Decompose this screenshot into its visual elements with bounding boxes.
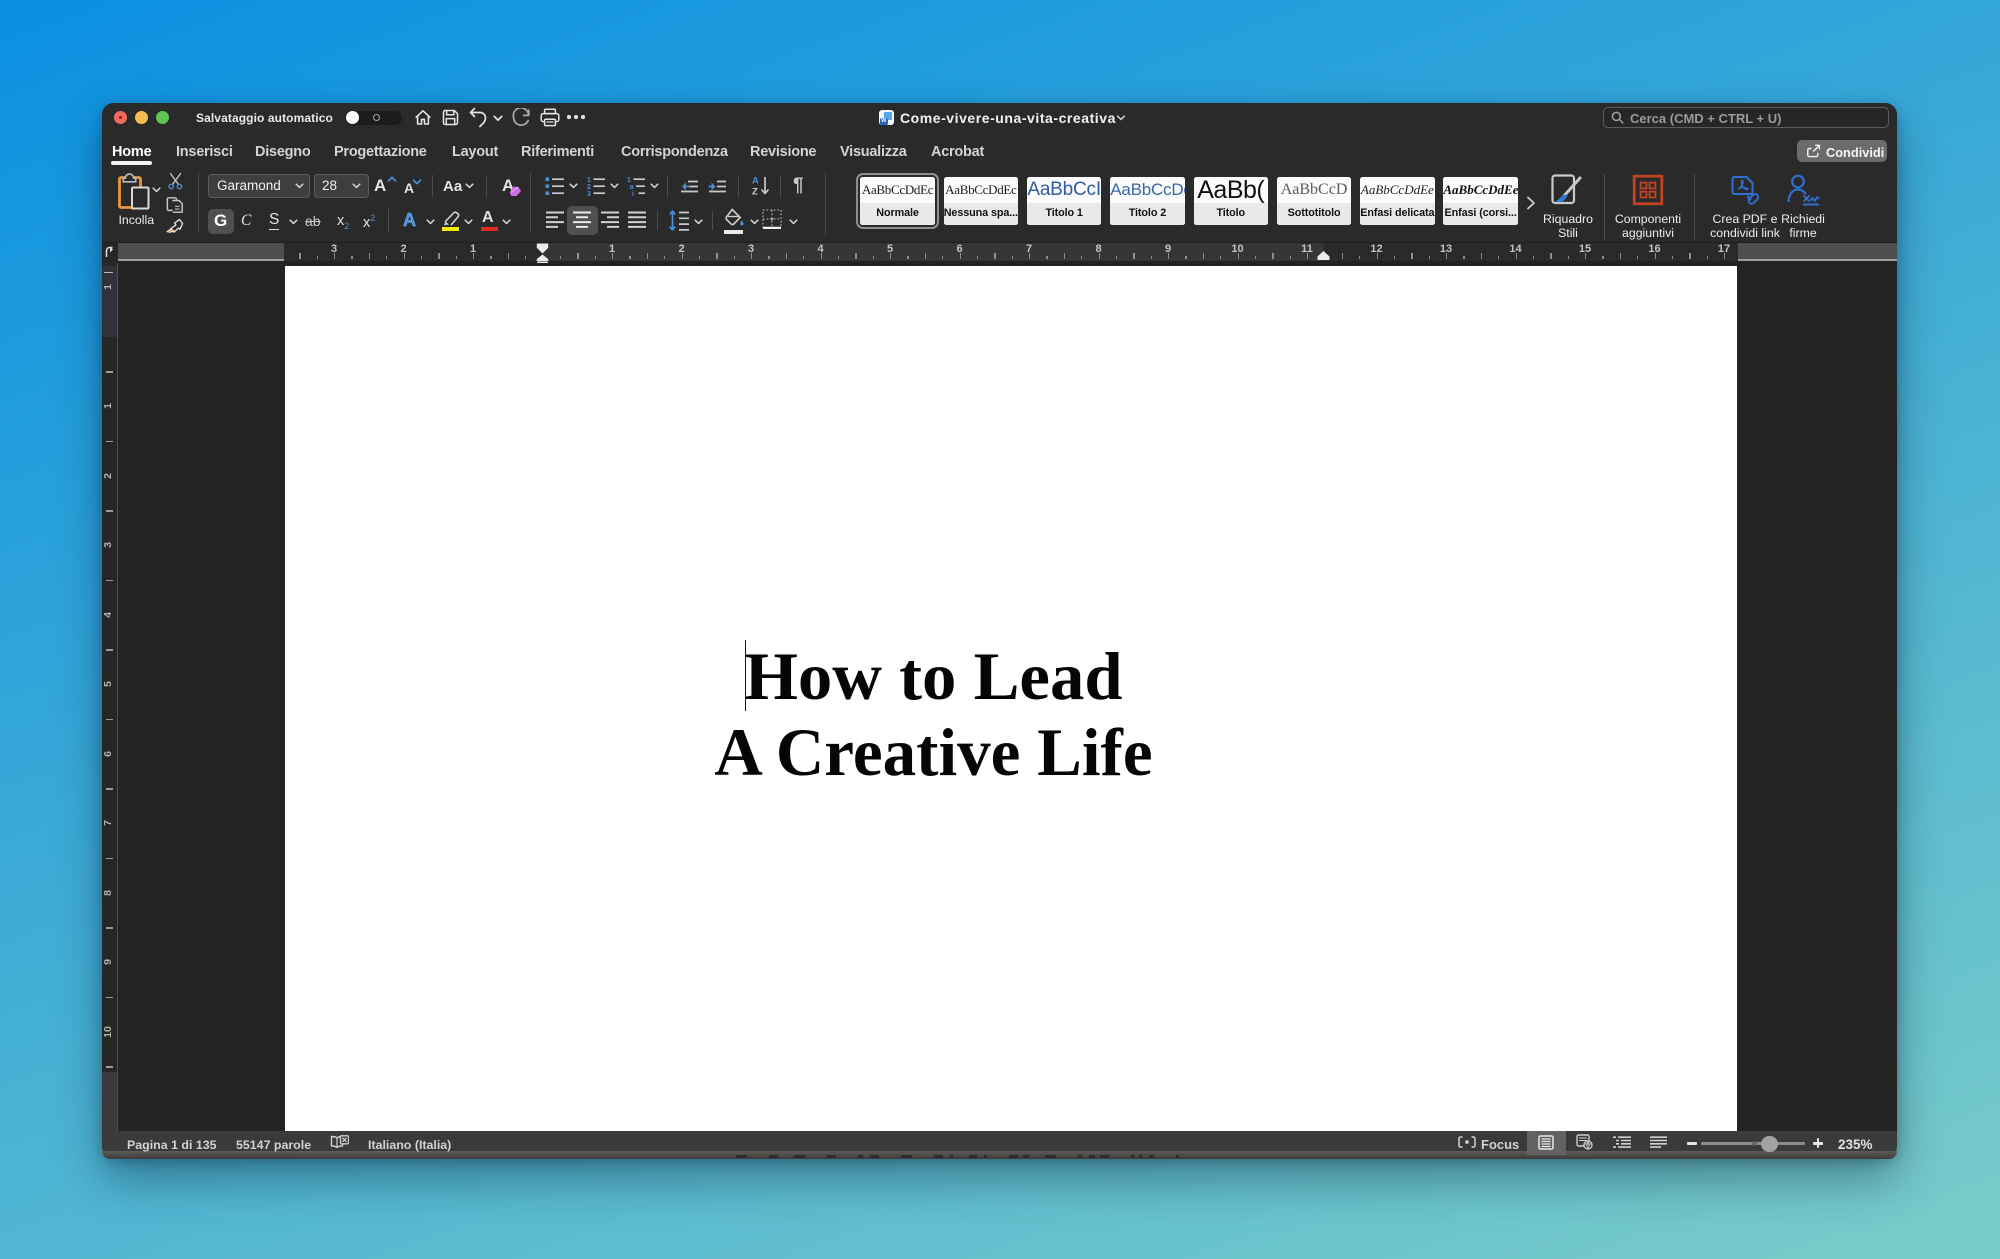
- svg-text:1: 1: [587, 177, 591, 184]
- svg-text:a: a: [630, 184, 634, 191]
- svg-text:2: 2: [587, 184, 591, 191]
- svg-text:i: i: [632, 191, 634, 196]
- svg-text:1: 1: [627, 177, 631, 184]
- svg-text:3: 3: [587, 191, 591, 196]
- svg-text:Z: Z: [752, 187, 758, 198]
- svg-text:A: A: [752, 176, 759, 187]
